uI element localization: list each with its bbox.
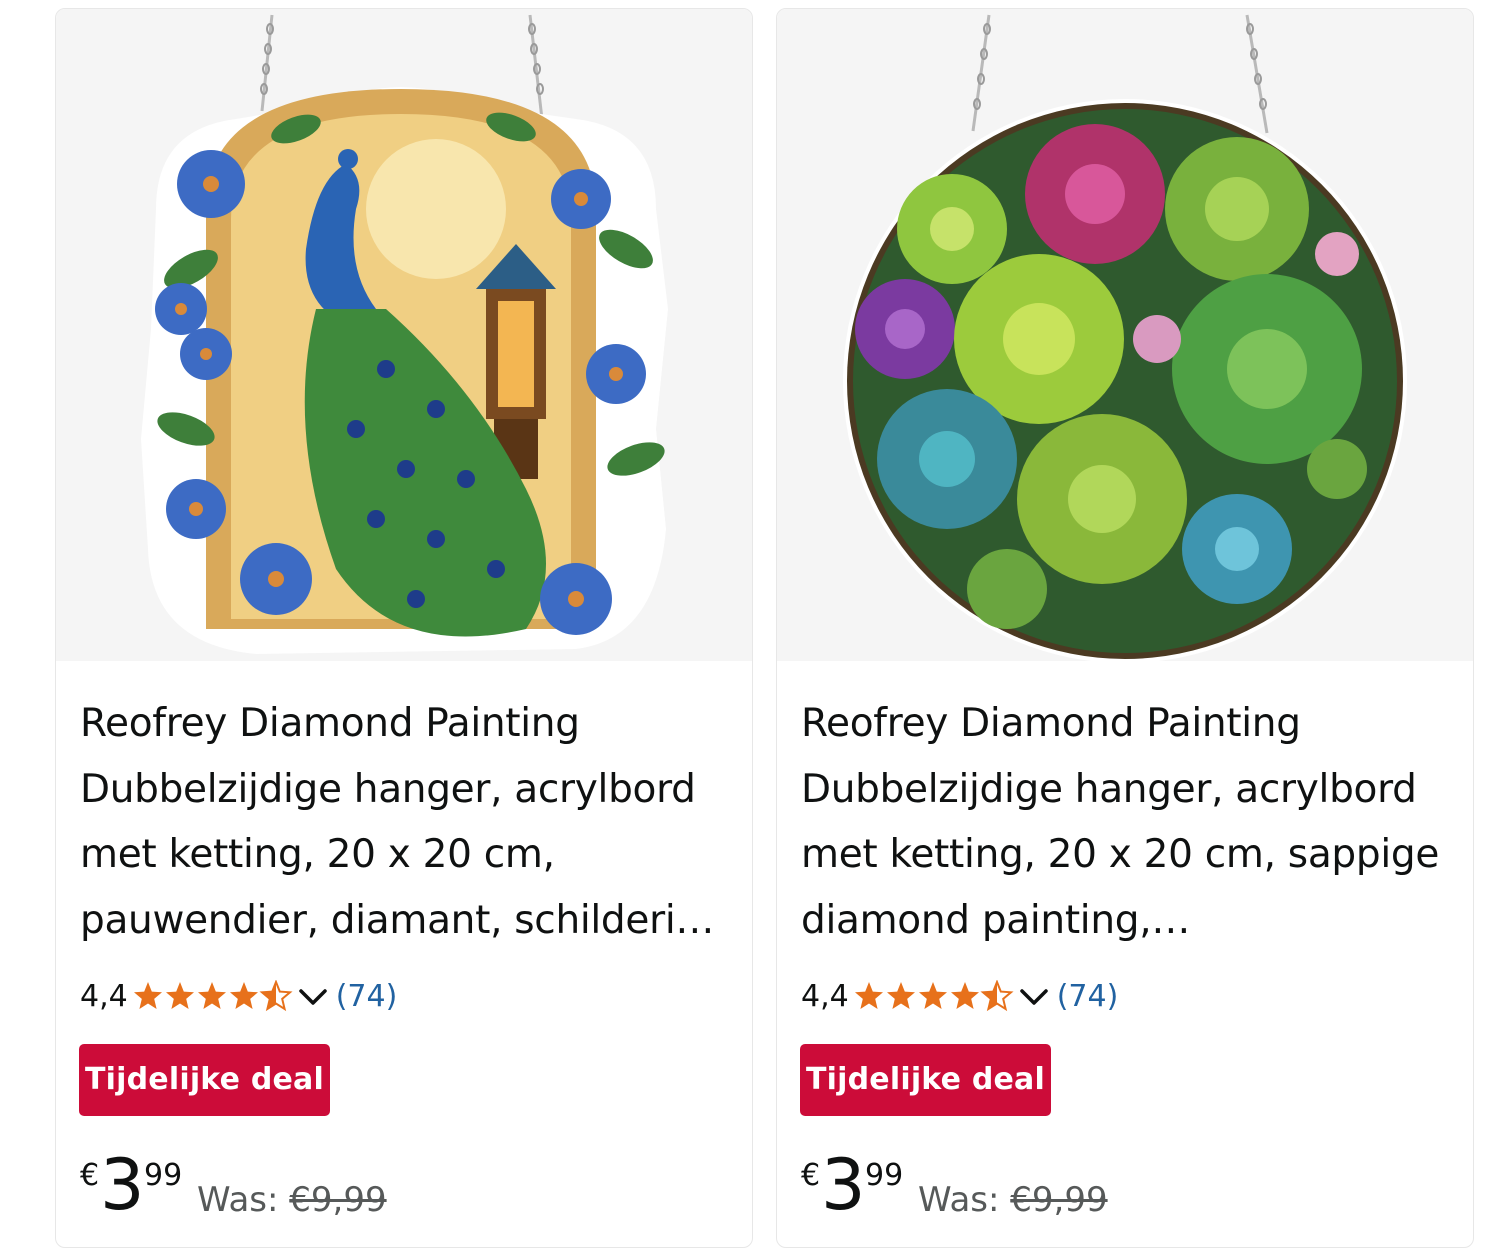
was-price-value: €9,99 xyxy=(1010,1180,1108,1220)
star-full-icon xyxy=(854,982,883,1009)
price-whole: 3 xyxy=(821,1144,866,1226)
star-full-icon xyxy=(918,982,947,1009)
rating-count-link[interactable]: (74) xyxy=(336,979,398,1014)
price-fraction: 99 xyxy=(865,1158,904,1193)
rating-value: 4,4 xyxy=(801,978,849,1014)
star-full-icon xyxy=(197,982,226,1009)
star-full-icon xyxy=(229,982,258,1009)
rating-row[interactable]: 4,4 (74) xyxy=(801,971,1118,1021)
peacock-hanger-image xyxy=(141,14,668,654)
chevron-down-icon[interactable] xyxy=(1019,987,1049,1007)
price-whole: 3 xyxy=(100,1144,145,1226)
deal-badge: Tijdelijke deal xyxy=(800,1044,1051,1116)
was-price: Was: €9,99 xyxy=(918,1180,1108,1220)
product-card[interactable]: Reofrey Diamond Painting Dubbelzijdige h… xyxy=(776,8,1474,1248)
star-rating xyxy=(853,980,1015,1012)
star-full-icon xyxy=(950,982,979,1009)
star-rating xyxy=(132,980,294,1012)
price-currency: € xyxy=(801,1158,821,1193)
succulents-hanger-image xyxy=(843,14,1407,661)
was-price: Was: €9,99 xyxy=(197,1180,387,1220)
product-grid: Reofrey Diamond Painting Dubbelzijdige h… xyxy=(0,0,1488,1248)
product-title[interactable]: Reofrey Diamond Painting Dubbelzijdige h… xyxy=(801,691,1456,953)
product-card[interactable]: Reofrey Diamond Painting Dubbelzijdige h… xyxy=(55,8,753,1248)
was-label: Was: xyxy=(197,1180,279,1220)
chevron-down-icon[interactable] xyxy=(298,987,328,1007)
price-fraction: 99 xyxy=(144,1158,183,1193)
star-half-icon xyxy=(981,981,1012,1010)
stars-icon xyxy=(133,981,291,1010)
price-currency: € xyxy=(80,1158,100,1193)
product-title[interactable]: Reofrey Diamond Painting Dubbelzijdige h… xyxy=(80,691,735,953)
product-image[interactable] xyxy=(56,9,752,661)
rating-count-link[interactable]: (74) xyxy=(1057,979,1119,1014)
deal-badge: Tijdelijke deal xyxy=(79,1044,330,1116)
star-full-icon xyxy=(133,982,162,1009)
rating-row[interactable]: 4,4 (74) xyxy=(80,971,397,1021)
rating-value: 4,4 xyxy=(80,978,128,1014)
stars-icon xyxy=(854,981,1012,1010)
star-full-icon xyxy=(886,982,915,1009)
was-price-value: €9,99 xyxy=(289,1180,387,1220)
was-label: Was: xyxy=(918,1180,1000,1220)
star-full-icon xyxy=(165,982,194,1009)
star-half-icon xyxy=(260,981,291,1010)
product-image[interactable] xyxy=(777,9,1473,661)
